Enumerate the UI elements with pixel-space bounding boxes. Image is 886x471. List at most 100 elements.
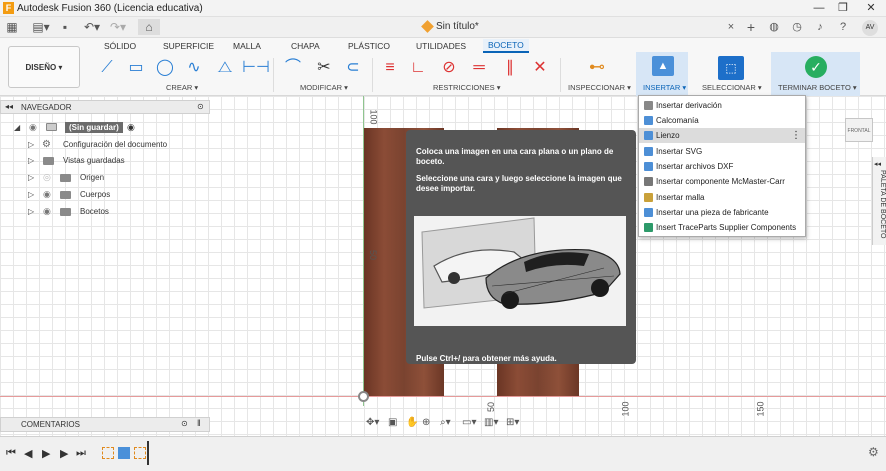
equal-constraint-icon[interactable]: ═: [468, 56, 490, 80]
navigator-item[interactable]: ▷ ⚙ Configuración del documento: [0, 137, 210, 152]
root-component-label[interactable]: (Sin guardar): [65, 122, 123, 133]
extensions-icon[interactable]: ◍: [765, 19, 783, 36]
mirror-tool-icon[interactable]: ⧍: [212, 56, 238, 80]
insert-image-icon[interactable]: ▲: [652, 56, 674, 76]
minimize-button[interactable]: —: [808, 1, 830, 16]
timeline-canvas-feature-icon[interactable]: [118, 447, 130, 459]
horizontal-constraint-icon[interactable]: ≡: [380, 56, 400, 80]
comments-expand-icon[interactable]: ‖: [197, 418, 201, 428]
menu-item-insert-svg[interactable]: Insertar SVG: [639, 144, 805, 159]
tab-utilities[interactable]: UTILIDADES: [416, 41, 466, 51]
checkmark-icon[interactable]: ✓: [805, 56, 827, 78]
hidden-eye-icon[interactable]: ◎: [43, 170, 51, 185]
menu-item-decal[interactable]: Calcomanía: [639, 113, 805, 128]
tab-surface[interactable]: SUPERFICIE: [163, 41, 214, 51]
offset-tool-icon[interactable]: ⊂: [340, 56, 366, 80]
look-at-icon[interactable]: ▣: [388, 417, 397, 428]
trim-tool-icon[interactable]: ✂: [312, 56, 336, 80]
rectangle-tool-icon[interactable]: ▭: [124, 56, 148, 80]
coincident-constraint-icon[interactable]: ⊘: [436, 56, 462, 80]
comments-options-icon[interactable]: ⊙: [181, 419, 188, 428]
fillet-tool-icon[interactable]: ⌒: [280, 56, 306, 80]
modify-group-label[interactable]: MODIFICAR ▾: [300, 83, 348, 92]
tab-mesh[interactable]: MALLA: [233, 41, 261, 51]
expand-triangle-icon[interactable]: ▷: [28, 153, 34, 168]
insert-group-label[interactable]: INSERTAR ▾: [643, 83, 686, 92]
tangent-constraint-icon[interactable]: ✕: [528, 56, 552, 80]
menu-item-traceparts[interactable]: Insert TraceParts Supplier Components: [639, 220, 805, 235]
activate-radio-icon[interactable]: ◉: [127, 120, 135, 135]
menu-item-mcmaster[interactable]: Insertar componente McMaster-Carr: [639, 174, 805, 189]
tab-sheet-metal[interactable]: CHAPA: [291, 41, 320, 51]
expand-palette-icon[interactable]: ◂◂: [874, 160, 881, 168]
go-to-start-icon[interactable]: ⏮: [6, 447, 16, 460]
user-avatar[interactable]: AV: [862, 20, 878, 36]
constraints-group-label[interactable]: RESTRICCIONES ▾: [433, 83, 501, 92]
visibility-eye-icon[interactable]: ◉: [43, 187, 51, 202]
view-cube[interactable]: FRONTAL: [845, 118, 873, 142]
select-tool-icon[interactable]: ⬚: [718, 56, 744, 80]
file-menu-icon[interactable]: ▤▾: [30, 19, 52, 35]
redo-icon[interactable]: ↷▾: [108, 19, 128, 35]
document-tab[interactable]: Sin título*: [436, 21, 479, 32]
timeline-sketch-feature-icon[interactable]: [134, 447, 146, 459]
navigator-item[interactable]: ▷ Vistas guardadas: [0, 153, 210, 168]
expand-triangle-icon[interactable]: ▷: [28, 204, 34, 219]
more-options-icon[interactable]: ⋮: [791, 128, 801, 143]
browser-panel-header[interactable]: ◂◂ NAVEGADOR ⊙: [0, 100, 210, 114]
create-group-label[interactable]: CREAR ▾: [166, 83, 198, 92]
fit-icon[interactable]: ⌕▾: [440, 417, 451, 428]
save-icon[interactable]: ▪: [58, 19, 72, 35]
new-tab-icon[interactable]: +: [742, 19, 760, 36]
spline-tool-icon[interactable]: ∿: [182, 56, 206, 80]
origin-point[interactable]: [358, 391, 369, 402]
navigator-item[interactable]: ▷ ◉ Cuerpos: [0, 187, 210, 202]
inspect-group-label[interactable]: INSPECCIONAR ▾: [568, 83, 631, 92]
collapse-panel-icon[interactable]: ◂◂: [5, 102, 13, 111]
dimension-tool-icon[interactable]: ⊢⊣: [242, 56, 270, 80]
pan-icon[interactable]: ✋: [406, 417, 418, 428]
expand-triangle-icon[interactable]: ◢: [14, 120, 20, 135]
display-settings-icon[interactable]: ▭▾: [462, 417, 476, 428]
timeline-sketch-feature-icon[interactable]: [102, 447, 114, 459]
expand-triangle-icon[interactable]: ▷: [28, 170, 34, 185]
step-forward-icon[interactable]: ▶: [60, 447, 68, 460]
job-status-icon[interactable]: ◷: [788, 19, 806, 36]
grid-settings-icon[interactable]: ▥▾: [484, 417, 498, 428]
grid-menu-icon[interactable]: ▦: [4, 19, 20, 35]
expand-triangle-icon[interactable]: ▷: [28, 187, 34, 202]
visibility-eye-icon[interactable]: ◉: [43, 204, 51, 219]
finish-sketch-label[interactable]: TERMINAR BOCETO ▾: [778, 83, 857, 92]
tab-plastic[interactable]: PLÁSTICO: [348, 41, 390, 51]
menu-item-canvas[interactable]: Lienzo ⋮: [639, 128, 805, 143]
navigator-item[interactable]: ▷ ◎ Origen: [0, 170, 210, 185]
step-back-icon[interactable]: ◀: [24, 447, 32, 460]
workspace-selector[interactable]: DISEÑO ▾: [8, 46, 80, 88]
orbit-icon[interactable]: ✥▾: [366, 417, 379, 428]
timeline-settings-gear-icon[interactable]: ⚙: [868, 445, 879, 459]
comments-panel[interactable]: COMENTARIOS ⊙ ‖: [0, 417, 210, 432]
parallel-constraint-icon[interactable]: ∥: [498, 56, 522, 80]
maximize-button[interactable]: ❐: [832, 1, 854, 16]
expand-triangle-icon[interactable]: ▷: [28, 137, 34, 152]
help-icon[interactable]: ?: [834, 19, 852, 36]
home-icon[interactable]: ⌂: [138, 19, 160, 35]
navigator-item[interactable]: ▷ ◉ Bocetos: [0, 204, 210, 219]
menu-item-insert-derive[interactable]: Insertar derivación: [639, 98, 805, 113]
close-tab-icon[interactable]: ×: [722, 19, 740, 36]
timeline-marker[interactable]: [147, 441, 149, 465]
close-window-button[interactable]: ✕: [860, 1, 882, 16]
menu-item-insert-mesh[interactable]: Insertar malla: [639, 190, 805, 205]
play-icon[interactable]: ▶: [42, 447, 50, 460]
tab-solid[interactable]: SÓLIDO: [104, 41, 136, 51]
notifications-icon[interactable]: ♪: [811, 19, 829, 36]
menu-item-insert-dxf[interactable]: Insertar archivos DXF: [639, 159, 805, 174]
zoom-icon[interactable]: ⊕: [422, 417, 430, 428]
circle-tool-icon[interactable]: ◯: [152, 56, 178, 80]
panel-options-icon[interactable]: ⊙: [197, 102, 204, 111]
viewports-icon[interactable]: ⊞▾: [506, 417, 519, 428]
measure-tool-icon[interactable]: ⊷: [584, 56, 610, 80]
tab-sketch[interactable]: BOCETO: [483, 39, 529, 53]
line-tool-icon[interactable]: ⟋: [94, 56, 120, 80]
undo-icon[interactable]: ↶▾: [82, 19, 102, 35]
